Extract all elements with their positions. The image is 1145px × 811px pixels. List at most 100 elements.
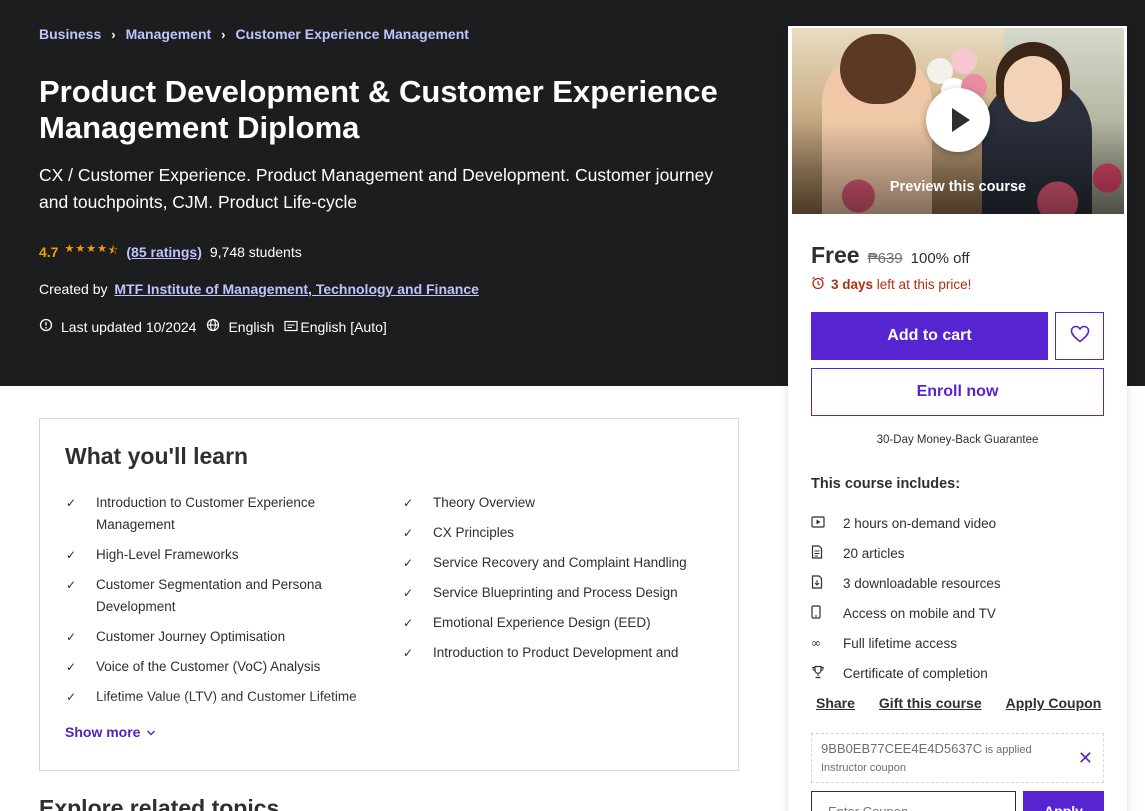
gift-course-link[interactable]: Gift this course [879, 695, 982, 711]
course-captions: English [Auto] [300, 318, 387, 335]
coupon-input[interactable] [811, 791, 1016, 811]
infinity-icon: ∞ [811, 636, 821, 650]
sidebar-links: Share Gift this course Apply Coupon [816, 695, 1101, 711]
enroll-now-button[interactable]: Enroll now [811, 368, 1104, 416]
learn-item: ✓ High-Level Frameworks [66, 544, 366, 566]
coupon-type: Instructor coupon [821, 762, 906, 774]
preview-label: Preview this course [889, 179, 1027, 195]
learn-item: ✓ Voice of the Customer (VoC) Analysis [66, 656, 366, 678]
learn-item: ✓ Introduction to Customer Experience Man… [66, 492, 366, 536]
apply-coupon-link[interactable]: Apply Coupon [1006, 695, 1102, 711]
applied-coupon: 9BB0EB77CEE4E4D5637C is applied Instructo… [811, 733, 1104, 783]
rating-row: 4.7 ★ ★ ★ ★ ⯪ (85 ratings) 9,748 student… [39, 242, 302, 261]
learn-column-right: ✓ Theory Overview ✓ CX Principles ✓ Service… [403, 492, 703, 672]
include-label: 3 downloadable resources [843, 575, 1001, 591]
learn-item: ✓ Emotional Experience Design (EED) [403, 612, 703, 634]
money-back-guarantee: 30-Day Money-Back Guarantee [876, 434, 1039, 446]
breadcrumb-business[interactable]: Business [39, 26, 101, 42]
course-meta: Last updated 10/2024 English English [Au… [39, 318, 387, 335]
include-label: Access on mobile and TV [843, 605, 996, 621]
learn-item: ✓ Customer Journey Optimisation [66, 626, 366, 648]
check-icon: ✓ [403, 646, 414, 660]
wishlist-button[interactable] [1055, 312, 1104, 360]
include-item: 20 articles [811, 538, 1001, 568]
includes-list: 2 hours on-demand video 20 articles 3 do… [811, 508, 1001, 688]
learn-item-text: Voice of the Customer (VoC) Analysis [96, 659, 321, 674]
alarm-clock-icon [811, 276, 825, 293]
students-count: 9,748 students [209, 243, 302, 260]
check-icon: ✓ [403, 586, 414, 600]
learn-item: ✓ Introduction to Product Development and [403, 642, 703, 664]
content-fade [41, 697, 737, 717]
globe-icon [206, 318, 220, 335]
show-more-button[interactable]: Show more [65, 724, 156, 740]
learn-item-text: Theory Overview [433, 495, 536, 510]
learn-item-text: Introduction to Customer Experience Mana… [96, 495, 316, 532]
close-icon[interactable]: ✕ [1078, 748, 1093, 769]
star-half-icon: ⯪ [107, 245, 119, 257]
learn-item-text: Service Recovery and Complaint Handling [433, 555, 687, 570]
learn-item: ✓ Service Blueprinting and Process Design [403, 582, 703, 604]
include-label: 2 hours on-demand video [843, 515, 997, 531]
apply-coupon-button[interactable]: Apply [1023, 791, 1104, 811]
play-icon[interactable] [926, 88, 990, 152]
include-item: Certificate of completion [811, 658, 1001, 688]
original-price: ₱639 [867, 250, 903, 267]
ratings-count-link[interactable]: (85 ratings) [126, 244, 201, 260]
learn-item-text: High-Level Frameworks [96, 547, 239, 562]
add-to-cart-button[interactable]: Add to cart [811, 312, 1048, 360]
check-icon: ✓ [66, 496, 77, 510]
star-icon: ★ [75, 243, 86, 255]
course-title: Product Development & Customer Experienc… [39, 74, 718, 145]
purchase-sidebar: Preview this course Free ₱639 100% off 3… [788, 26, 1127, 811]
what-youll-learn: What you'll learn ✓ Introduction to Custo… [39, 418, 739, 771]
chevron-right-icon: › [221, 26, 226, 42]
timer-text: left at this price! [876, 277, 972, 292]
check-icon: ✓ [66, 578, 77, 592]
learn-item-text: Customer Segmentation and Persona Develo… [96, 577, 322, 614]
include-item: ∞ Full lifetime access [811, 628, 1001, 658]
learn-item-text: Customer Journey Optimisation [96, 629, 286, 644]
breadcrumb: Business › Management › Customer Experie… [39, 26, 469, 42]
instructor-link[interactable]: MTF Institute of Management, Technology … [114, 281, 479, 297]
learn-item: ✓ Service Recovery and Complaint Handling [403, 552, 703, 574]
include-item: 2 hours on-demand video [811, 508, 1001, 538]
check-icon: ✓ [66, 660, 77, 674]
show-more-label: Show more [65, 724, 141, 740]
include-label: Full lifetime access [843, 635, 958, 651]
current-price: Free [811, 242, 860, 268]
learn-item-text: CX Principles [433, 525, 515, 540]
trophy-icon [811, 665, 843, 682]
discount-percent: 100% off [910, 250, 970, 267]
check-icon: ✓ [66, 548, 77, 562]
breadcrumb-management[interactable]: Management [126, 26, 212, 42]
coupon-code: 9BB0EB77CEE4E4D5637C [821, 741, 983, 756]
price-row: Free ₱639 100% off [811, 242, 970, 269]
heart-icon [1070, 324, 1090, 348]
coupon-status: is applied [985, 744, 1032, 756]
share-link[interactable]: Share [816, 695, 855, 711]
breadcrumb-cx-management[interactable]: Customer Experience Management [236, 26, 469, 42]
created-by: Created by MTF Institute of Management, … [39, 281, 479, 297]
check-icon: ✓ [403, 556, 414, 570]
chevron-right-icon: › [111, 26, 116, 42]
star-rating: ★ ★ ★ ★ ⯪ [64, 242, 118, 261]
include-label: 20 articles [843, 545, 905, 561]
check-icon: ✓ [403, 616, 414, 630]
check-icon: ✓ [403, 496, 414, 510]
course-language: English [228, 318, 275, 335]
star-icon: ★ [64, 243, 75, 255]
course-subtitle: CX / Customer Experience. Product Manage… [39, 165, 714, 212]
star-icon: ★ [97, 243, 107, 255]
timer-days: 3 days [831, 277, 874, 292]
course-preview-video[interactable]: Preview this course [792, 28, 1124, 214]
include-item: 3 downloadable resources [811, 568, 1001, 598]
video-icon [811, 515, 843, 531]
learn-column-left: ✓ Introduction to Customer Experience Man… [66, 492, 366, 716]
learn-item-text: Introduction to Product Development and [433, 645, 679, 660]
created-by-label: Created by [39, 281, 108, 297]
include-label: Certificate of completion [843, 665, 988, 681]
learn-item-text: Emotional Experience Design (EED) [433, 615, 651, 630]
learn-item: ✓ Customer Segmentation and Persona Devel… [66, 574, 366, 618]
article-icon [811, 544, 843, 562]
